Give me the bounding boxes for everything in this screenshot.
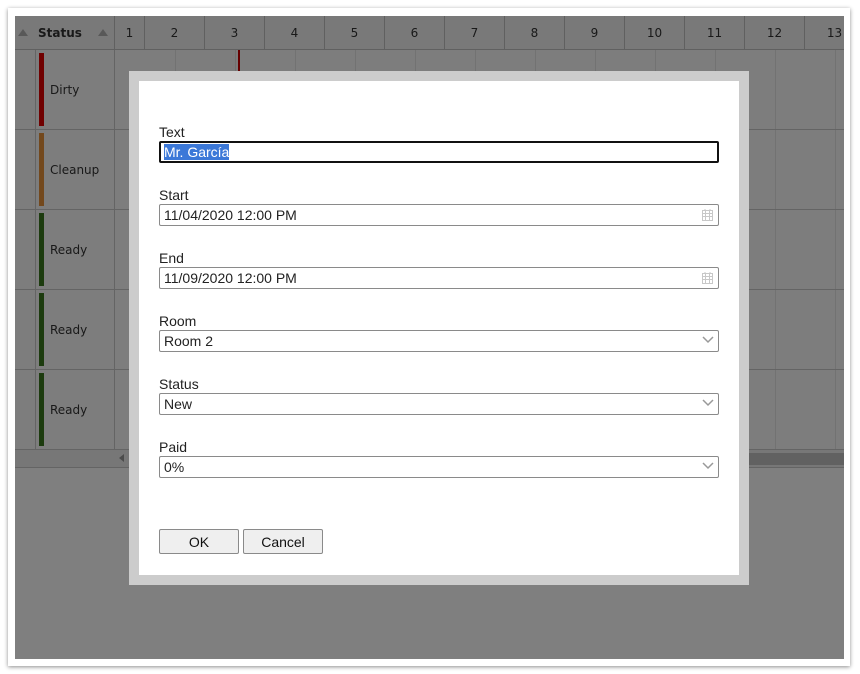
room-select-value: Room 2	[164, 333, 214, 349]
cancel-button[interactable]: Cancel	[243, 529, 323, 554]
status-select[interactable]: New	[159, 393, 719, 415]
text-field-group: Text Mr. García	[159, 123, 719, 163]
ok-button[interactable]: OK	[159, 529, 239, 554]
start-label: Start	[159, 187, 189, 203]
status-label: Status	[159, 376, 199, 392]
start-date-value: 11/04/2020 12:00 PM	[164, 207, 297, 223]
text-input-value: Mr. García	[164, 144, 230, 160]
room-field-group: Room Room 2	[159, 312, 719, 352]
room-select[interactable]: Room 2	[159, 330, 719, 352]
calendar-icon[interactable]	[702, 209, 713, 221]
paid-select[interactable]: 0%	[159, 456, 719, 478]
chevron-down-icon[interactable]	[702, 461, 714, 471]
paid-label: Paid	[159, 439, 188, 455]
paid-field-group: Paid 0%	[159, 438, 719, 478]
paid-select-value: 0%	[164, 459, 185, 475]
text-input[interactable]: Mr. García	[159, 141, 719, 163]
text-label: Text	[159, 124, 185, 140]
end-label: End	[159, 250, 184, 266]
dialog-body: Text Mr. García Start 11/04/2020 12:00 P…	[139, 81, 739, 575]
edit-reservation-dialog: Text Mr. García Start 11/04/2020 12:00 P…	[129, 71, 749, 585]
chevron-down-icon[interactable]	[702, 398, 714, 408]
end-date-value: 11/09/2020 12:00 PM	[164, 270, 297, 286]
start-date-input[interactable]: 11/04/2020 12:00 PM	[159, 204, 719, 226]
end-field-group: End 11/09/2020 12:00 PM	[159, 249, 719, 289]
chevron-down-icon[interactable]	[702, 335, 714, 345]
calendar-icon[interactable]	[702, 272, 713, 284]
status-select-value: New	[164, 396, 193, 412]
scheduler-app: Status 1 2 3 4 5 6 7 8 9 10 11 12 13	[15, 16, 844, 659]
end-date-input[interactable]: 11/09/2020 12:00 PM	[159, 267, 719, 289]
room-label: Room	[159, 313, 197, 329]
status-field-group: Status New	[159, 375, 719, 415]
start-field-group: Start 11/04/2020 12:00 PM	[159, 186, 719, 226]
